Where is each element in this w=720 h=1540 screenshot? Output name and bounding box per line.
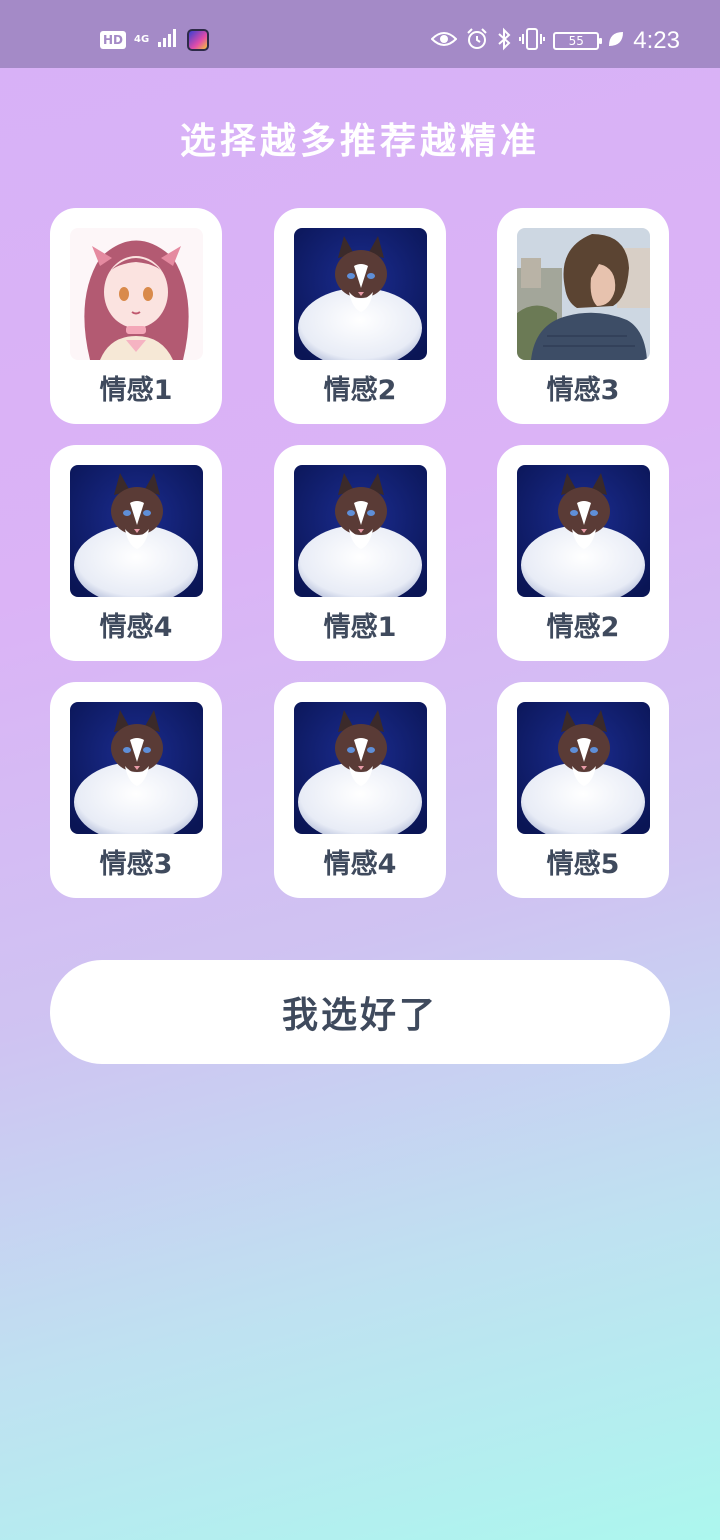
vibrate-icon xyxy=(519,27,546,55)
cat-image xyxy=(70,702,203,834)
category-card[interactable]: 情感3 xyxy=(497,208,669,424)
power-saving-leaf-icon xyxy=(607,30,625,52)
category-card[interactable]: 情感4 xyxy=(274,682,446,898)
category-label: 情感1 xyxy=(323,612,397,643)
confirm-selection-button[interactable]: 我选好了 xyxy=(50,960,670,1064)
category-card[interactable]: 情感1 xyxy=(274,445,446,661)
category-label: 情感4 xyxy=(99,612,173,643)
status-bar-right: 55 4:23 xyxy=(430,26,680,56)
category-label: 情感3 xyxy=(99,849,173,880)
person-image xyxy=(517,228,650,360)
hd-badge: HD xyxy=(100,31,127,49)
anime-girl-image xyxy=(70,228,203,360)
status-bar: HD 4G 55 4:23 xyxy=(0,0,720,68)
category-label: 情感3 xyxy=(546,375,620,406)
network-type: 4G xyxy=(134,34,150,45)
bluetooth-icon xyxy=(497,27,511,55)
app-notification-icon xyxy=(187,29,210,51)
cat-image xyxy=(294,702,427,834)
category-card[interactable]: 情感3 xyxy=(50,682,222,898)
battery-level: 55 xyxy=(568,34,584,48)
eye-comfort-icon xyxy=(430,30,458,52)
clock-time: 4:23 xyxy=(633,27,680,54)
category-label: 情感4 xyxy=(323,849,397,880)
cat-image xyxy=(517,465,650,597)
signal-icon xyxy=(157,28,179,52)
status-bar-left: HD 4G xyxy=(100,26,210,54)
alarm-icon xyxy=(465,27,489,55)
cat-image xyxy=(294,465,427,597)
cat-image xyxy=(70,465,203,597)
category-label: 情感1 xyxy=(99,375,173,406)
battery-icon: 55 xyxy=(553,32,603,50)
category-card[interactable]: 情感4 xyxy=(50,445,222,661)
category-card[interactable]: 情感1 xyxy=(50,208,222,424)
category-card[interactable]: 情感5 xyxy=(497,682,669,898)
cat-image xyxy=(517,702,650,834)
category-label: 情感2 xyxy=(546,612,620,643)
category-card[interactable]: 情感2 xyxy=(497,445,669,661)
category-card[interactable]: 情感2 xyxy=(274,208,446,424)
category-label: 情感2 xyxy=(323,375,397,406)
cat-image xyxy=(294,228,427,360)
category-label: 情感5 xyxy=(546,849,620,880)
page-title: 选择越多推荐越精准 xyxy=(179,121,540,162)
